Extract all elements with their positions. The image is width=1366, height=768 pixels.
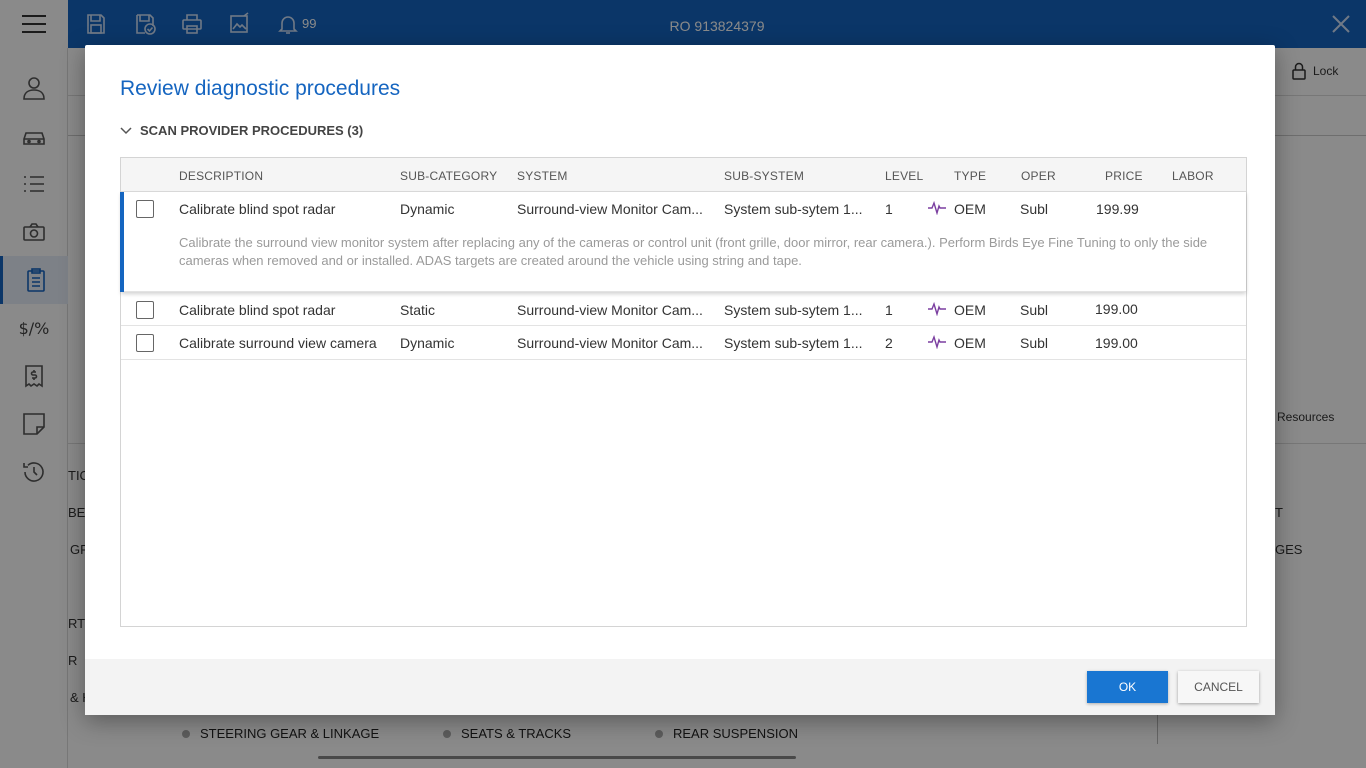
col-sub-system[interactable]: SUB-SYSTEM <box>724 169 804 183</box>
dialog-footer: OK CANCEL <box>85 659 1275 715</box>
col-description[interactable]: DESCRIPTION <box>179 169 263 183</box>
cell-oper: Subl <box>1020 201 1049 217</box>
cell-sub-category: Static <box>400 302 436 318</box>
procedure-details: Calibrate the surround view monitor syst… <box>179 235 1208 268</box>
col-system[interactable]: SYSTEM <box>517 169 568 183</box>
cell-type: OEM <box>954 201 986 217</box>
row-checkbox[interactable] <box>136 334 154 352</box>
dialog-title: Review diagnostic procedures <box>120 77 401 100</box>
cell-system: Surround-view Monitor Cam... <box>517 201 703 217</box>
col-level[interactable]: LEVEL <box>885 169 923 183</box>
col-price[interactable]: PRICE <box>1105 169 1143 183</box>
table-row[interactable]: Calibrate blind spot radar Static Surrou… <box>121 292 1246 326</box>
waveform-icon <box>928 201 946 215</box>
cell-level: 1 <box>885 201 893 217</box>
waveform-icon <box>928 302 946 316</box>
cell-price: 199.00 <box>1095 335 1138 351</box>
section-label: SCAN PROVIDER PROCEDURES (3) <box>140 123 364 138</box>
col-oper[interactable]: OPER <box>1021 169 1056 183</box>
procedures-table: DESCRIPTION SUB-CATEGORY SYSTEM SUB-SYST… <box>120 157 1247 627</box>
waveform-icon <box>928 335 946 349</box>
cell-sub-system: System sub-sytem 1... <box>724 302 863 318</box>
cell-price: 199.99 <box>1096 201 1139 217</box>
cell-sub-system: System sub-sytem 1... <box>724 335 863 351</box>
review-procedures-dialog: Review diagnostic procedures SCAN PROVID… <box>85 45 1275 715</box>
table-row[interactable]: Calibrate surround view camera Dynamic S… <box>121 326 1246 360</box>
section-toggle[interactable]: SCAN PROVIDER PROCEDURES (3) <box>120 123 363 138</box>
cell-description: Calibrate blind spot radar <box>179 302 336 318</box>
cell-type: OEM <box>954 335 986 351</box>
row-checkbox[interactable] <box>136 301 154 319</box>
cell-system: Surround-view Monitor Cam... <box>517 335 703 351</box>
cancel-button[interactable]: CANCEL <box>1178 671 1259 703</box>
cell-level: 1 <box>885 302 893 318</box>
cell-oper: Subl <box>1020 302 1049 318</box>
cell-type: OEM <box>954 302 986 318</box>
chevron-down-icon <box>120 126 132 134</box>
cell-description: Calibrate surround view camera <box>179 335 377 351</box>
cell-price: 199.00 <box>1095 301 1138 317</box>
ok-button[interactable]: OK <box>1087 671 1168 703</box>
col-labor[interactable]: LABOR <box>1172 169 1214 183</box>
col-type[interactable]: TYPE <box>954 169 986 183</box>
cell-description: Calibrate blind spot radar <box>179 201 336 217</box>
cell-system: Surround-view Monitor Cam... <box>517 302 703 318</box>
cell-sub-category: Dynamic <box>400 201 455 217</box>
cell-sub-category: Dynamic <box>400 335 455 351</box>
col-sub-category[interactable]: SUB-CATEGORY <box>400 169 497 183</box>
table-row[interactable]: Calibrate blind spot radar Dynamic Surro… <box>120 192 1246 292</box>
row-checkbox[interactable] <box>136 200 154 218</box>
cell-level: 2 <box>885 335 893 351</box>
cell-sub-system: System sub-sytem 1... <box>724 201 863 217</box>
cell-oper: Subl <box>1020 335 1049 351</box>
table-header: DESCRIPTION SUB-CATEGORY SYSTEM SUB-SYST… <box>121 158 1246 192</box>
